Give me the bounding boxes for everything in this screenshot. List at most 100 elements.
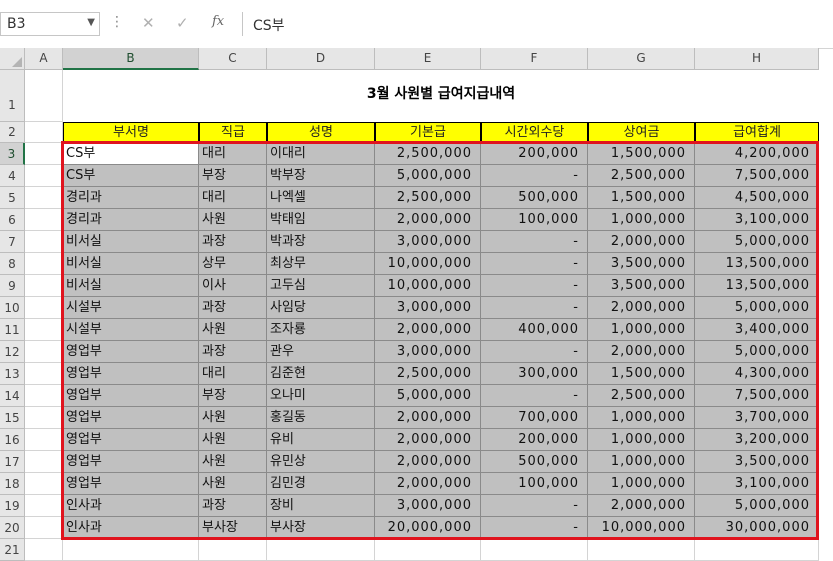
table-cell[interactable]: 1,000,000	[588, 209, 695, 231]
table-cell[interactable]: 영업부	[63, 363, 199, 385]
table-cell[interactable]: 1,000,000	[588, 473, 695, 495]
row-header-21[interactable]: 21	[0, 539, 25, 561]
table-cell[interactable]: 500,000	[481, 451, 588, 473]
table-cell[interactable]: 700,000	[481, 407, 588, 429]
table-cell[interactable]: 20,000,000	[375, 517, 481, 539]
column-header-d[interactable]: D	[267, 48, 375, 70]
row-header-10[interactable]: 10	[0, 297, 25, 319]
table-cell[interactable]: 300,000	[481, 363, 588, 385]
row-header-11[interactable]: 11	[0, 319, 25, 341]
table-cell[interactable]: 1,500,000	[588, 187, 695, 209]
cell-row21[interactable]	[199, 539, 267, 561]
cell-a19[interactable]	[25, 495, 63, 517]
cell-a17[interactable]	[25, 451, 63, 473]
cell-a9[interactable]	[25, 275, 63, 297]
table-cell[interactable]: 2,000,000	[588, 495, 695, 517]
cell-a3[interactable]	[25, 143, 63, 165]
column-header-f[interactable]: F	[481, 48, 588, 70]
cancel-icon[interactable]: ✕	[142, 14, 155, 32]
cell-a10[interactable]	[25, 297, 63, 319]
cell-row21[interactable]	[267, 539, 375, 561]
cell-a2[interactable]	[25, 122, 63, 143]
table-cell[interactable]: 3,500,000	[588, 253, 695, 275]
table-cell[interactable]: 최상무	[267, 253, 375, 275]
table-cell[interactable]: 영업부	[63, 407, 199, 429]
row-header-19[interactable]: 19	[0, 495, 25, 517]
table-cell[interactable]: 영업부	[63, 451, 199, 473]
table-cell[interactable]: 3,000,000	[375, 495, 481, 517]
table-cell[interactable]: 3,100,000	[695, 209, 819, 231]
table-cell[interactable]: 3,500,000	[695, 451, 819, 473]
table-cell[interactable]: 100,000	[481, 209, 588, 231]
table-cell[interactable]: 13,500,000	[695, 275, 819, 297]
row-header-1[interactable]: 1	[0, 70, 25, 122]
row-header-18[interactable]: 18	[0, 473, 25, 495]
row-header-9[interactable]: 9	[0, 275, 25, 297]
table-cell[interactable]: 영업부	[63, 473, 199, 495]
formula-input[interactable]: CS부	[242, 12, 833, 36]
table-cell[interactable]: 2,000,000	[588, 297, 695, 319]
table-cell[interactable]: 2,000,000	[375, 451, 481, 473]
column-header-a[interactable]: A	[25, 48, 63, 70]
table-cell[interactable]: 영업부	[63, 429, 199, 451]
table-cell[interactable]: 부장	[199, 165, 267, 187]
table-cell[interactable]: 10,000,000	[588, 517, 695, 539]
table-cell[interactable]: 10,000,000	[375, 275, 481, 297]
row-header-15[interactable]: 15	[0, 407, 25, 429]
table-cell[interactable]: 경리과	[63, 187, 199, 209]
table-header-cell[interactable]: 상여금	[588, 122, 695, 143]
table-cell[interactable]: 2,500,000	[588, 165, 695, 187]
table-cell[interactable]: -	[481, 341, 588, 363]
table-cell[interactable]: -	[481, 253, 588, 275]
name-box[interactable]: B3 ▼	[0, 12, 100, 36]
table-cell[interactable]: 10,000,000	[375, 253, 481, 275]
table-cell[interactable]: 2,000,000	[375, 407, 481, 429]
table-cell[interactable]: 사원	[199, 209, 267, 231]
cell-a1[interactable]	[25, 70, 63, 122]
table-cell[interactable]: 영업부	[63, 385, 199, 407]
row-header-7[interactable]: 7	[0, 231, 25, 253]
table-cell[interactable]: 1,000,000	[588, 451, 695, 473]
table-cell[interactable]: 고두심	[267, 275, 375, 297]
table-header-cell[interactable]: 시간외수당	[481, 122, 588, 143]
table-header-cell[interactable]: 부서명	[63, 122, 199, 143]
table-cell[interactable]: 유비	[267, 429, 375, 451]
table-header-cell[interactable]: 성명	[267, 122, 375, 143]
row-header-4[interactable]: 4	[0, 165, 25, 187]
table-cell[interactable]: -	[481, 297, 588, 319]
cell-a13[interactable]	[25, 363, 63, 385]
table-cell[interactable]: 1,000,000	[588, 319, 695, 341]
table-cell[interactable]: 4,500,000	[695, 187, 819, 209]
cell-a4[interactable]	[25, 165, 63, 187]
cell-row21[interactable]	[481, 539, 588, 561]
table-cell[interactable]: 3,700,000	[695, 407, 819, 429]
cell-a5[interactable]	[25, 187, 63, 209]
row-header-5[interactable]: 5	[0, 187, 25, 209]
more-options-icon[interactable]: ⋮	[110, 14, 124, 30]
table-cell[interactable]: 과장	[199, 231, 267, 253]
table-cell[interactable]: 김민경	[267, 473, 375, 495]
table-cell[interactable]: 비서실	[63, 275, 199, 297]
insert-function-icon[interactable]: fx	[212, 14, 224, 29]
table-cell[interactable]: 영업부	[63, 341, 199, 363]
table-cell[interactable]: 1,000,000	[588, 429, 695, 451]
table-cell[interactable]: -	[481, 275, 588, 297]
table-cell[interactable]: CS부	[63, 143, 199, 165]
table-cell[interactable]: 3,000,000	[375, 297, 481, 319]
table-cell[interactable]: 인사과	[63, 517, 199, 539]
table-header-cell[interactable]: 급여합계	[695, 122, 819, 143]
table-cell[interactable]: 인사과	[63, 495, 199, 517]
table-cell[interactable]: 박태임	[267, 209, 375, 231]
table-cell[interactable]: 1,500,000	[588, 363, 695, 385]
row-header-16[interactable]: 16	[0, 429, 25, 451]
table-cell[interactable]: 과장	[199, 341, 267, 363]
table-cell[interactable]: 30,000,000	[695, 517, 819, 539]
cell-row21[interactable]	[695, 539, 819, 561]
table-cell[interactable]: 5,000,000	[375, 385, 481, 407]
cell-a6[interactable]	[25, 209, 63, 231]
table-cell[interactable]: 대리	[199, 187, 267, 209]
cell-a8[interactable]	[25, 253, 63, 275]
table-cell[interactable]: 5,000,000	[375, 165, 481, 187]
column-header-c[interactable]: C	[199, 48, 267, 70]
table-cell[interactable]: 200,000	[481, 143, 588, 165]
